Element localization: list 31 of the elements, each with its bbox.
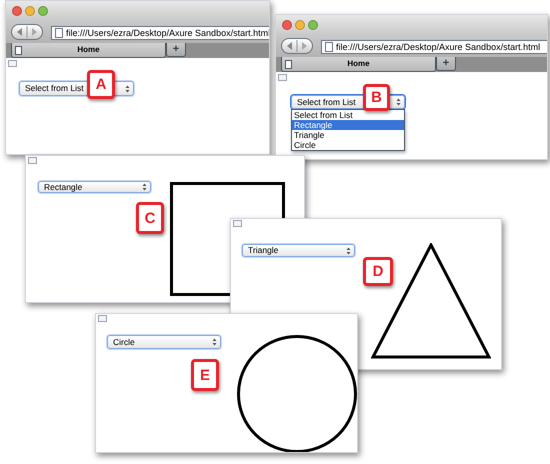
new-tab-button[interactable]: + (436, 57, 456, 71)
dropdown[interactable]: Circle (107, 335, 221, 349)
url-text: file:///Users/ezra/Desktop/Axure Sandbox/start.html (336, 42, 540, 52)
page-icon (325, 42, 333, 52)
callout-label: D (363, 257, 393, 286)
callout-label: A (87, 70, 115, 99)
address-bar[interactable]: file:///Users/ezra/Desktop/Axure Sandbox/start.html (321, 40, 547, 54)
stepper-icon (346, 246, 351, 254)
stepper-icon (212, 338, 217, 346)
dropdown-option[interactable]: Triangle (292, 130, 404, 140)
callout-label: C (136, 202, 164, 234)
dropdown-option[interactable]: Rectangle (292, 120, 404, 130)
dropdown-option[interactable]: Circle (292, 140, 404, 150)
stepper-icon (142, 183, 147, 191)
dropdown[interactable]: Rectangle (38, 181, 151, 193)
corner-marker (278, 74, 287, 81)
back-forward-button[interactable] (11, 24, 43, 40)
dropdown[interactable]: Triangle (242, 244, 355, 257)
corner-marker (8, 60, 17, 67)
browser-tab[interactable]: Home (11, 43, 166, 58)
dropdown-option[interactable]: Select from List (292, 110, 404, 120)
callout-label: E (191, 359, 219, 391)
back-forward-button[interactable] (281, 38, 313, 54)
stepper-icon (396, 98, 401, 106)
new-tab-button[interactable]: + (166, 43, 186, 57)
page-icon (15, 46, 22, 55)
page-icon (285, 60, 292, 69)
stepper-icon (125, 84, 130, 92)
callout-label: B (363, 84, 390, 111)
browser-tab[interactable]: Home (281, 57, 436, 72)
page-icon (55, 28, 63, 38)
